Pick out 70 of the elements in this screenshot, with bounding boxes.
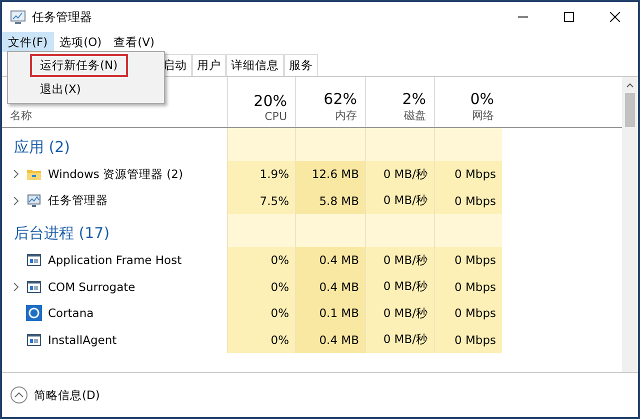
usage-percent: 20% [254, 92, 287, 110]
network-cell: 0 Mbps [434, 188, 502, 214]
memory-cell: 0.1 MB [295, 300, 365, 326]
cpu-cell: 0% [227, 326, 295, 353]
cpu-cell: 0% [227, 300, 295, 326]
network-cell: 0 Mbps [434, 326, 502, 353]
header-cell[interactable]: 62% 内存 [295, 77, 365, 127]
memory-cell: 0.4 MB [295, 326, 365, 353]
header-cell[interactable]: 2% 磁盘 [365, 77, 434, 127]
menu-item[interactable]: 运行新任务(N) [30, 54, 128, 77]
disk-cell: 0 MB/秒 [365, 274, 434, 300]
disk-cell: 0 MB/秒 [365, 326, 434, 353]
tab[interactable]: 服务 [284, 54, 318, 76]
fewer-details-button[interactable]: 简略信息(D) [10, 386, 100, 404]
usage-percent: 0% [470, 90, 494, 108]
tab[interactable]: 用户 [192, 54, 226, 76]
tab[interactable]: 详细信息 [226, 54, 284, 76]
window-title: 任务管理器 [32, 8, 93, 26]
memory-cell: 0.4 MB [295, 274, 365, 300]
process-name: Cortana [48, 306, 94, 320]
disk-cell: 0 MB/秒 [365, 300, 434, 326]
window-icon [26, 252, 42, 268]
memory-cell: 0.4 MB [295, 247, 365, 274]
group-title: 后台进程 (17) [13, 223, 111, 244]
menu-item[interactable]: 选项(O) [54, 32, 108, 52]
cortana-icon [26, 305, 42, 322]
menu-item[interactable]: 查看(V) [108, 32, 160, 52]
menu-item[interactable]: 退出(X) [30, 78, 91, 101]
chevron-icon[interactable] [12, 196, 20, 205]
process-name: 任务管理器 [48, 193, 108, 208]
disk-cell: 0 MB/秒 [365, 188, 434, 214]
scrollbar[interactable] [622, 77, 638, 372]
column-label: 网络 [472, 108, 494, 123]
close-icon[interactable] [610, 12, 620, 22]
group-title: 应用 (2) [13, 137, 72, 158]
collapse-icon[interactable] [10, 386, 28, 404]
window-icon [26, 278, 42, 295]
process-name: COM Surrogate [48, 280, 136, 294]
app-icon [10, 9, 26, 25]
memory-cell: 5.8 MB [295, 188, 365, 214]
column-label: 磁盘 [404, 108, 426, 123]
disk-cell: 0 MB/秒 [365, 161, 434, 188]
maximize-icon[interactable] [564, 12, 574, 22]
scroll-up-icon[interactable] [626, 81, 634, 89]
cpu-cell: 7.5% [227, 188, 295, 214]
window-icon [26, 332, 42, 348]
monitor-icon [26, 192, 42, 209]
disk-cell: 0 MB/秒 [365, 247, 434, 274]
column-label: CPU [264, 110, 287, 123]
chevron-icon[interactable] [12, 170, 20, 178]
scrollbar-thumb[interactable] [625, 93, 635, 127]
process-name: InstallAgent [48, 332, 117, 347]
cpu-cell: 0% [227, 274, 295, 300]
network-cell: 0 Mbps [434, 274, 502, 300]
usage-percent: 62% [324, 90, 357, 108]
header-cell[interactable]: 20% CPU [227, 77, 295, 127]
header-cell[interactable]: 0% 网络 [434, 77, 502, 127]
cpu-cell: 0% [227, 247, 295, 274]
network-cell: 0 Mbps [434, 300, 502, 326]
network-cell: 0 Mbps [434, 247, 502, 274]
process-name: Windows 资源管理器 (2) [48, 166, 183, 182]
network-cell: 0 Mbps [434, 161, 502, 188]
chevron-icon[interactable] [12, 282, 20, 291]
menu-item[interactable]: 文件(F) [2, 32, 54, 52]
column-header[interactable]: 名称 [10, 108, 32, 123]
cpu-cell: 1.9% [227, 161, 295, 188]
process-name: Application Frame Host [48, 253, 182, 268]
usage-percent: 2% [402, 90, 426, 108]
column-label: 内存 [335, 108, 357, 123]
memory-cell: 12.6 MB [295, 161, 365, 188]
